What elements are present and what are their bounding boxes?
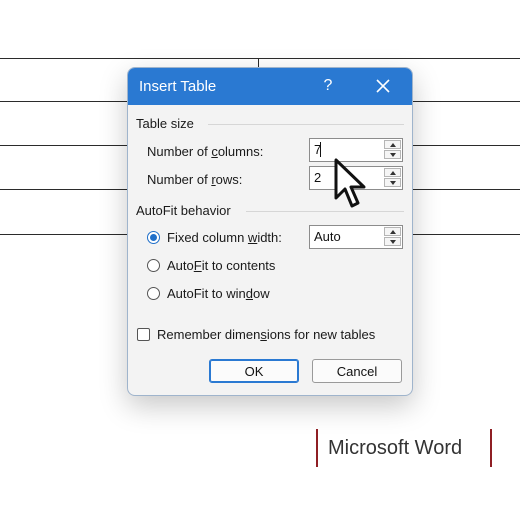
table-size-heading: Table size xyxy=(136,116,194,131)
fixed-width-text: Fixed column xyxy=(167,230,248,245)
fixed-width-label[interactable]: Fixed column width: xyxy=(167,230,282,245)
rows-input[interactable]: 2 xyxy=(314,170,321,185)
rows-increment-button[interactable] xyxy=(384,168,401,177)
autofit-contents-text: Auto xyxy=(167,258,194,273)
down-arrow-icon xyxy=(390,181,396,185)
fixed-width-input[interactable]: Auto xyxy=(314,229,341,244)
remember-text: Remember dimen xyxy=(157,327,261,342)
up-arrow-icon xyxy=(390,143,396,147)
up-arrow-icon xyxy=(390,230,396,234)
watermark-bar-left xyxy=(316,429,318,467)
columns-increment-button[interactable] xyxy=(384,140,401,149)
rows-label: Number of rows: xyxy=(147,172,242,187)
rows-decrement-button[interactable] xyxy=(384,178,401,187)
autofit-contents-accesskey: F xyxy=(193,258,202,273)
watermark-bar-right xyxy=(490,429,492,467)
autofit-heading: AutoFit behavior xyxy=(136,203,231,218)
autofit-contents-label[interactable]: AutoFit to contents xyxy=(167,258,275,273)
group-separator xyxy=(246,211,404,212)
fixed-width-radio[interactable] xyxy=(147,231,160,244)
remember-text-end: ions for new tables xyxy=(266,327,376,342)
autofit-window-accesskey: d xyxy=(245,286,253,301)
help-button[interactable]: ? xyxy=(313,72,343,100)
down-arrow-icon xyxy=(390,240,396,244)
mouse-cursor-icon xyxy=(334,158,366,208)
down-arrow-icon xyxy=(390,153,396,157)
close-icon xyxy=(376,79,390,93)
fixed-width-accesskey: w xyxy=(247,230,258,245)
watermark-text: Microsoft Word xyxy=(328,437,463,459)
dialog-title: Insert Table xyxy=(139,78,217,95)
cancel-button[interactable]: Cancel xyxy=(312,359,402,383)
autofit-contents-text-end: it to contents xyxy=(201,258,276,273)
columns-label-text-end: olumns: xyxy=(217,144,264,159)
columns-label: Number of columns: xyxy=(147,144,263,159)
rows-label-text: Number of xyxy=(147,172,212,187)
rows-label-text-end: ows: xyxy=(215,172,243,187)
autofit-window-radio[interactable] xyxy=(147,287,160,300)
fixed-width-spinner[interactable]: Auto xyxy=(309,225,403,249)
autofit-contents-radio[interactable] xyxy=(147,259,160,272)
autofit-window-label[interactable]: AutoFit to window xyxy=(167,286,270,301)
table-border-line xyxy=(0,58,520,59)
fixed-width-increment-button[interactable] xyxy=(384,227,401,236)
remember-dimensions-label[interactable]: Remember dimensions for new tables xyxy=(157,327,375,342)
autofit-window-text: AutoFit to win xyxy=(167,286,246,301)
up-arrow-icon xyxy=(390,171,396,175)
columns-label-text: Number of xyxy=(147,144,212,159)
rows-spinner-arrows xyxy=(384,168,401,188)
dialog-title-bar[interactable]: Insert Table ? xyxy=(128,68,412,105)
autofit-window-text-end: ow xyxy=(253,286,270,301)
columns-spinner-arrows xyxy=(384,140,401,160)
fixed-width-text-end: idth: xyxy=(257,230,282,245)
close-button[interactable] xyxy=(368,72,398,100)
remember-dimensions-checkbox[interactable] xyxy=(137,328,150,341)
group-separator xyxy=(208,124,404,125)
ok-button[interactable]: OK xyxy=(209,359,299,383)
fixed-width-spinner-arrows xyxy=(384,227,401,247)
columns-decrement-button[interactable] xyxy=(384,150,401,159)
text-caret xyxy=(320,142,321,157)
insert-table-dialog: Insert Table ? Table size Number of colu… xyxy=(127,67,413,396)
fixed-width-decrement-button[interactable] xyxy=(384,237,401,246)
